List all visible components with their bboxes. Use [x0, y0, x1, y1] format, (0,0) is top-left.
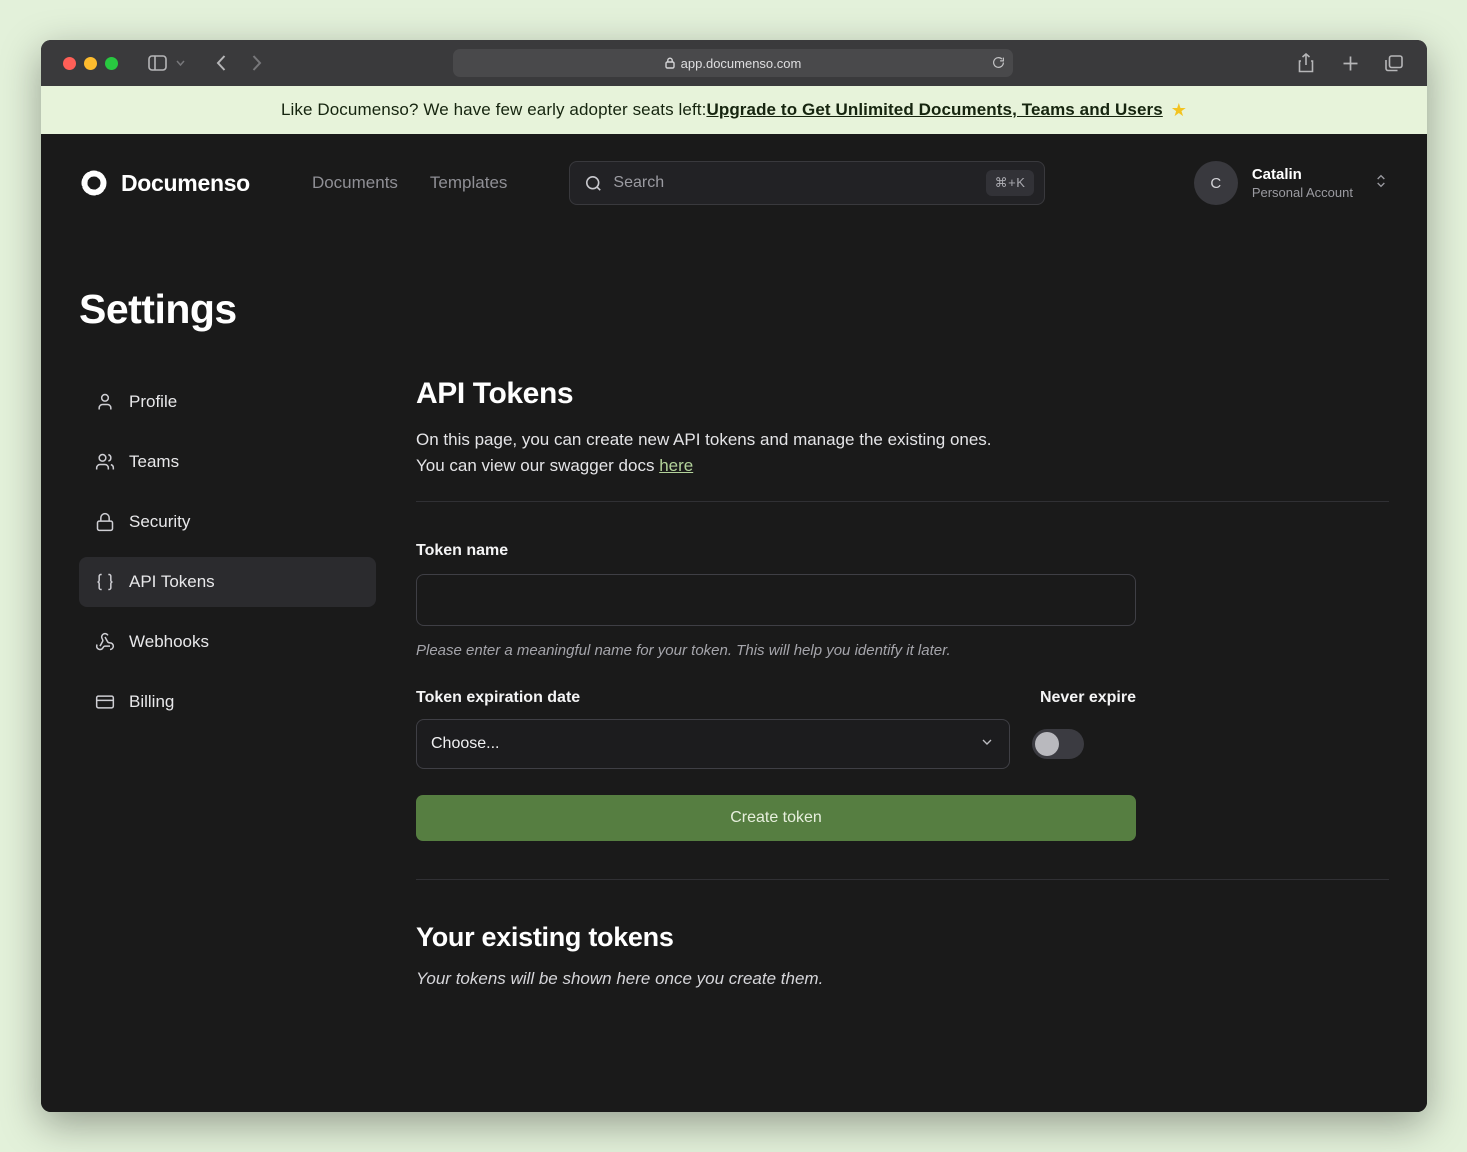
sidebar-item-webhooks[interactable]: Webhooks: [79, 617, 376, 667]
webhook-icon: [95, 632, 115, 652]
sidebar-item-label: Billing: [129, 692, 174, 712]
expiration-select[interactable]: Choose...: [416, 719, 1010, 769]
chevron-down-icon: [979, 734, 995, 755]
sidebar-item-label: Security: [129, 512, 190, 532]
sidebar-item-api-tokens[interactable]: API Tokens: [79, 557, 376, 607]
token-name-label: Token name: [416, 542, 1136, 560]
lock-icon: [665, 57, 675, 69]
api-tokens-panel: API Tokens On this page, you can create …: [416, 377, 1389, 989]
sidebar-toggle-icon[interactable]: [142, 48, 172, 78]
divider: [416, 879, 1389, 880]
section-title: API Tokens: [416, 377, 1389, 411]
nav-templates[interactable]: Templates: [430, 173, 507, 193]
new-tab-icon[interactable]: [1335, 48, 1365, 78]
account-menu[interactable]: C Catalin Personal Account: [1194, 161, 1389, 205]
token-name-input[interactable]: [416, 574, 1136, 626]
share-icon[interactable]: [1291, 48, 1321, 78]
search-input[interactable]: [613, 174, 975, 192]
top-nav: Documents Templates: [312, 173, 507, 193]
sidebar-item-billing[interactable]: Billing: [79, 677, 376, 727]
forward-button[interactable]: [242, 48, 272, 78]
settings-sidebar: Profile Teams Security: [79, 377, 376, 989]
global-search[interactable]: ⌘+K: [569, 161, 1045, 205]
swagger-docs-link[interactable]: here: [659, 456, 693, 475]
upgrade-link[interactable]: Upgrade to Get Unlimited Documents, Team…: [706, 100, 1162, 120]
documenso-app: Documenso Documents Templates ⌘+K C Cata…: [41, 134, 1427, 1112]
promo-banner: Like Documenso? We have few early adopte…: [41, 86, 1427, 134]
sidebar-item-profile[interactable]: Profile: [79, 377, 376, 427]
star-icon: ★: [1171, 100, 1187, 121]
traffic-lights: [63, 57, 118, 70]
avatar: C: [1194, 161, 1238, 205]
sidebar-item-label: API Tokens: [129, 572, 215, 592]
toggle-knob: [1035, 732, 1059, 756]
back-button[interactable]: [206, 48, 236, 78]
zoom-window-button[interactable]: [105, 57, 118, 70]
brand-name: Documenso: [121, 170, 250, 197]
credit-card-icon: [95, 692, 115, 712]
chevrons-up-down-icon: [1373, 172, 1389, 195]
promo-banner-text: Like Documenso? We have few early adopte…: [281, 100, 707, 120]
never-expire-label: Never expire: [1040, 689, 1136, 707]
lock-icon: [95, 512, 115, 532]
page-title: Settings: [79, 286, 1389, 333]
sidebar-item-security[interactable]: Security: [79, 497, 376, 547]
never-expire-toggle[interactable]: [1032, 729, 1084, 759]
sidebar-menu-chevron-icon[interactable]: [172, 48, 188, 78]
user-name: Catalin: [1252, 166, 1353, 183]
close-window-button[interactable]: [63, 57, 76, 70]
minimize-window-button[interactable]: [84, 57, 97, 70]
existing-tokens-empty-text: Your tokens will be shown here once you …: [416, 969, 1389, 989]
browser-toolbar: app.documenso.com: [41, 40, 1427, 86]
sidebar-item-label: Profile: [129, 392, 177, 412]
section-description: On this page, you can create new API tok…: [416, 427, 1389, 479]
search-icon: [584, 174, 603, 193]
sidebar-item-label: Webhooks: [129, 632, 209, 652]
users-icon: [95, 452, 115, 472]
account-type: Personal Account: [1252, 185, 1353, 200]
braces-icon: [95, 572, 115, 592]
nav-documents[interactable]: Documents: [312, 173, 398, 193]
token-name-hint: Please enter a meaningful name for your …: [416, 642, 1136, 659]
brand[interactable]: Documenso: [79, 168, 250, 198]
divider: [416, 501, 1389, 502]
documenso-logo-icon: [79, 168, 109, 198]
sidebar-item-label: Teams: [129, 452, 179, 472]
tab-overview-icon[interactable]: [1379, 48, 1409, 78]
reload-icon[interactable]: [992, 55, 1005, 73]
app-header: Documenso Documents Templates ⌘+K C Cata…: [79, 134, 1389, 232]
search-shortcut-badge: ⌘+K: [986, 170, 1035, 196]
address-bar[interactable]: app.documenso.com: [453, 49, 1013, 77]
browser-window: app.documenso.com Like Documenso? We hav…: [41, 40, 1427, 1112]
sidebar-item-teams[interactable]: Teams: [79, 437, 376, 487]
token-expiration-label: Token expiration date: [416, 689, 580, 707]
create-token-button[interactable]: Create token: [416, 795, 1136, 841]
expiration-select-value: Choose...: [431, 735, 499, 753]
existing-tokens-title: Your existing tokens: [416, 922, 1389, 953]
address-bar-url: app.documenso.com: [681, 56, 802, 71]
user-icon: [95, 392, 115, 412]
